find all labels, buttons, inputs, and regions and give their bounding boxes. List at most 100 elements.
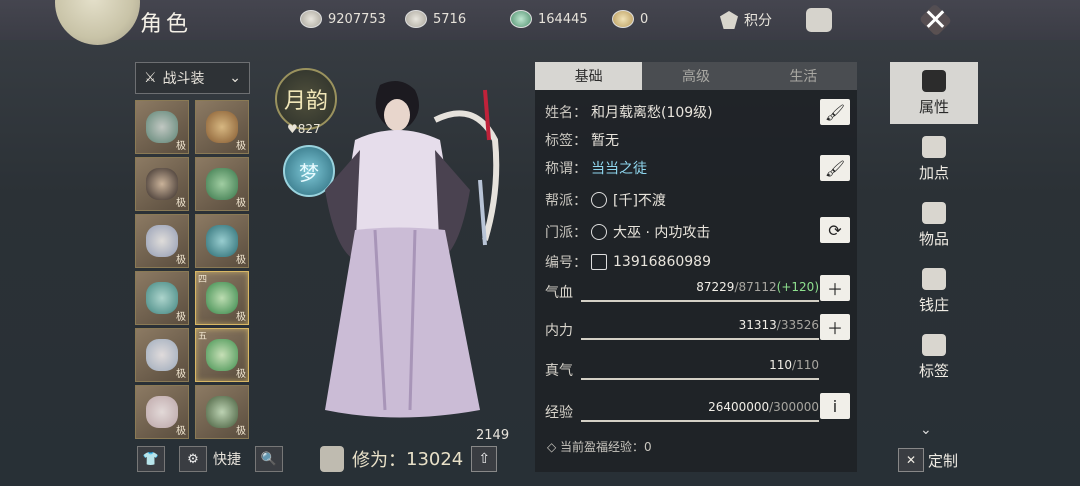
equip-slot[interactable]: 四极 (195, 271, 249, 325)
scroll-down-icon[interactable]: ⌄ (920, 422, 932, 438)
sidebar-item-attributes[interactable]: 属性 (890, 62, 978, 124)
cultivation-label: 修为： (352, 450, 406, 471)
tag-value: 暂无 (591, 133, 619, 149)
plus-icon: ＋ (826, 319, 843, 338)
outfit-dropdown[interactable]: ⚔ 战斗装 ⌄ (135, 62, 250, 94)
hp-bar (581, 300, 819, 302)
brush-icon: 🖌 (824, 158, 846, 178)
tag-icon (922, 333, 946, 356)
sidebar-item-points[interactable]: 加点 (890, 128, 978, 190)
equip-slot[interactable]: 极 (195, 100, 249, 154)
belt-icon (146, 282, 178, 314)
sidebar-item-tags[interactable]: 标签 (890, 326, 978, 388)
tag-row: 标签： 暂无 (545, 130, 619, 150)
exp-bar (581, 420, 819, 422)
jade-ticket-icon (510, 10, 532, 28)
coin-reel-icon (300, 10, 322, 28)
brush-icon: 🖌 (824, 102, 846, 122)
score-label: 积分 (744, 13, 772, 29)
character-model (325, 81, 500, 418)
pendant-icon (206, 396, 238, 428)
cultivation-value: 13024 (406, 448, 464, 470)
cultivation-icon (320, 446, 344, 472)
gear-icon: ⚙ (179, 446, 207, 472)
school-value: 大巫 · 内功攻击 (613, 225, 711, 241)
equipment-grid: 极 极 极 极 极 极 极 四极 极 五极 极 极 (135, 100, 253, 439)
equip-slot[interactable]: 极 (135, 214, 189, 268)
guild-row: 帮派： [千]不渡 (545, 190, 666, 210)
score-button[interactable]: 积分 (720, 10, 772, 30)
robe-icon (146, 225, 178, 257)
close-icon: ✕ (922, 2, 949, 38)
shortcut-button[interactable]: ⚙ 快捷 (179, 446, 241, 472)
outfit-label: 战斗装 (162, 71, 205, 87)
equip-slot[interactable]: 五极 (195, 328, 249, 382)
settings-icon[interactable] (806, 8, 832, 32)
tab-life[interactable]: 生活 (749, 62, 857, 90)
add-mp-button[interactable]: ＋ (820, 314, 850, 340)
currency-jade: 164445 (510, 10, 588, 28)
id-value: 13916860989 (613, 254, 711, 270)
page-title: 角色 (140, 12, 193, 37)
info-icon: i (832, 396, 838, 416)
currency-value: 0 (640, 11, 649, 27)
gold-ingot-icon (612, 10, 634, 28)
currency-gold: 0 (612, 10, 648, 28)
school-icon (591, 224, 607, 240)
id-row: 编号： 13916860989 (545, 254, 711, 271)
gourd-icon (206, 168, 238, 200)
equip-slot[interactable]: 极 (195, 385, 249, 439)
equipment-toolbar: 👕 ⚙ 快捷 🔍 (137, 446, 283, 472)
outfit-icon[interactable]: 👕 (137, 446, 165, 472)
bell-icon (206, 111, 238, 143)
info-panel: 基础 高级 生活 姓名： 和月载离愁(109级) 🖌 标签： 暂无 称谓： 当当… (535, 62, 857, 472)
skirt-icon (146, 339, 178, 371)
school-row: 门派： 大巫 · 内功攻击 (545, 222, 710, 242)
equip-slot[interactable]: 极 (195, 214, 249, 268)
customize-button[interactable]: ✕ 定制 (898, 448, 958, 472)
exp-info-button[interactable]: i (820, 393, 850, 419)
equip-slot[interactable]: 极 (135, 385, 189, 439)
bracer-icon (206, 225, 238, 257)
plus-icon: ＋ (826, 280, 843, 299)
equip-slot[interactable]: 极 (135, 328, 189, 382)
bracelet-icon (206, 282, 238, 314)
qi-bar (581, 378, 819, 380)
equip-slot[interactable]: 极 (135, 157, 189, 211)
right-sidebar: 属性 加点 物品 钱庄 标签 ⌄ (890, 62, 978, 472)
jade-ring-icon (206, 339, 238, 371)
edit-name-button[interactable]: 🖌 (820, 99, 850, 125)
tab-basic[interactable]: 基础 (535, 62, 643, 90)
info-tabs: 基础 高级 生活 (535, 62, 857, 90)
shield-icon (720, 11, 738, 29)
title-row: 称谓： 当当之徒 (545, 158, 647, 178)
boots-icon (146, 396, 178, 428)
guild-value: [千]不渡 (613, 193, 666, 209)
currency-silver: 5716 (405, 10, 466, 28)
blessing-exp: ◇ 当前盈福经验：0 (547, 440, 652, 454)
sliders-icon (922, 135, 946, 158)
switch-school-button[interactable]: ⟳ (820, 217, 850, 243)
portrait-icon (146, 168, 178, 200)
upgrade-arrow-icon[interactable]: ⇧ (471, 446, 498, 472)
name-row: 姓名： 和月载离愁(109级) (545, 102, 713, 122)
currency-value: 164445 (538, 11, 588, 27)
cultivation-display: 修为： 13024 ⇧ (320, 446, 498, 472)
search-icon[interactable]: 🔍 (255, 446, 283, 472)
sidebar-item-bank[interactable]: 钱庄 (890, 260, 978, 322)
id-card-icon (591, 254, 607, 270)
sidebar-item-items[interactable]: 物品 (890, 194, 978, 256)
money-bag-icon (922, 267, 946, 290)
equip-slot[interactable]: 极 (135, 271, 189, 325)
guild-icon (591, 192, 607, 208)
sword-icon: ⚔ (144, 70, 157, 86)
tab-advanced[interactable]: 高级 (642, 62, 750, 90)
equip-slot[interactable]: 极 (195, 157, 249, 211)
edit-title-button[interactable]: 🖌 (820, 155, 850, 181)
equip-slot[interactable]: 极 (135, 100, 189, 154)
title-value[interactable]: 当当之徒 (591, 158, 647, 178)
add-hp-button[interactable]: ＋ (820, 275, 850, 301)
customize-label: 定制 (928, 451, 959, 470)
close-button[interactable]: ✕ (908, 0, 963, 40)
combat-power: 2149 (476, 428, 510, 443)
